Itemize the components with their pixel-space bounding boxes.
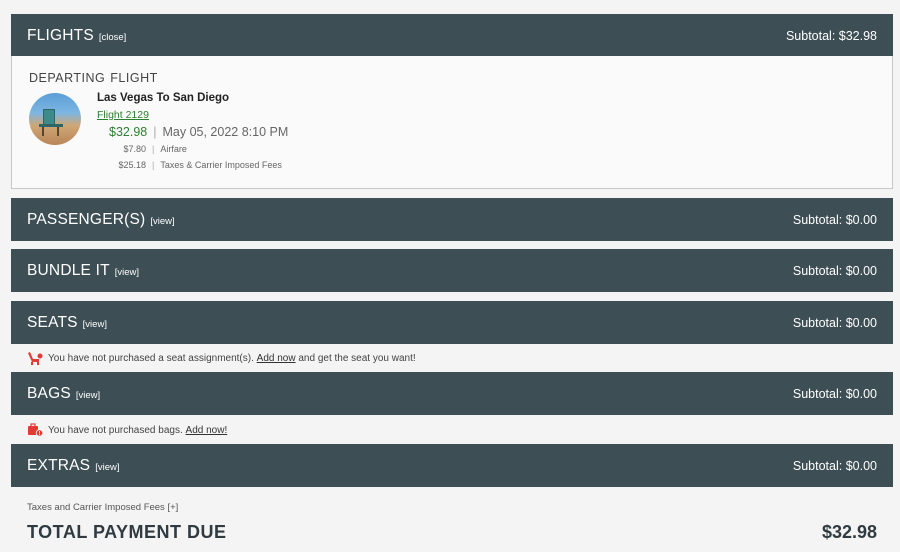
close-toggle[interactable]: [close] [99,32,126,43]
flight-price: $32.98 [109,125,148,139]
section-title: BAGS [27,384,71,402]
seats-section-header[interactable]: SEATS [view] Subtotal: $0.00 [11,301,893,344]
view-toggle[interactable]: [view] [95,462,119,473]
section-subtotal: Subtotal: $0.00 [792,458,877,473]
view-toggle[interactable]: [view] [83,319,107,330]
section-subtotal: Subtotal: $0.00 [792,263,877,278]
section-subtotal: Subtotal: $0.00 [792,315,877,330]
flight-price-row: $32.98 | May 05, 2022 8:10 PM [109,125,289,139]
fee-row-airfare: $7.80 | Airfare [123,144,187,154]
flight-number-link[interactable]: Flight 2129 [97,109,149,121]
seat-alert-icon [28,352,43,365]
bags-notice: You have not purchased bags. Add now! [27,423,227,437]
section-title: BUNDLE IT [27,261,110,279]
view-toggle[interactable]: [view] [150,216,174,227]
section-title: EXTRAS [27,456,91,474]
add-bags-link[interactable]: Add now! [186,425,228,436]
fee-row-taxes: $25.18 | Taxes & Carrier Imposed Fees [118,160,282,170]
view-toggle[interactable]: [view] [76,390,100,401]
bag-alert-icon [28,423,43,437]
section-title: FLIGHTS [27,26,94,44]
bags-section-header[interactable]: BAGS [view] Subtotal: $0.00 [11,372,893,415]
destination-image [29,93,81,145]
taxes-fees-expand-link[interactable]: Taxes and Carrier Imposed Fees [+] [27,502,178,513]
section-subtotal: Subtotal: $0.00 [792,386,877,401]
section-title: PASSENGER(S) [27,210,146,228]
flight-route: Las Vegas To San Diego [97,92,230,104]
departing-flight-panel: DEPARTING FLIGHT Las Vegas To San Diego F… [11,56,893,189]
passengers-section-header[interactable]: PASSENGER(S) [view] Subtotal: $0.00 [11,198,893,241]
bundle-section-header[interactable]: BUNDLE IT [view] Subtotal: $0.00 [11,249,893,292]
flight-datetime: May 05, 2022 8:10 PM [162,125,289,139]
total-payment-label: TOTAL PAYMENT DUE [27,522,227,542]
section-subtotal: Subtotal: $32.98 [785,28,877,43]
extras-section-header[interactable]: EXTRAS [view] Subtotal: $0.00 [11,444,893,487]
view-toggle[interactable]: [view] [115,267,139,278]
total-payment-value: $32.98 [821,522,877,542]
flights-section-header[interactable]: FLIGHTS [close] Subtotal: $32.98 [11,14,893,57]
section-subtotal: Subtotal: $0.00 [792,212,877,227]
departing-flight-label: DEPARTING FLIGHT [29,71,158,85]
add-seat-link[interactable]: Add now [257,353,296,364]
seats-notice: You have not purchased a seat assignment… [27,351,416,365]
section-title: SEATS [27,313,78,331]
